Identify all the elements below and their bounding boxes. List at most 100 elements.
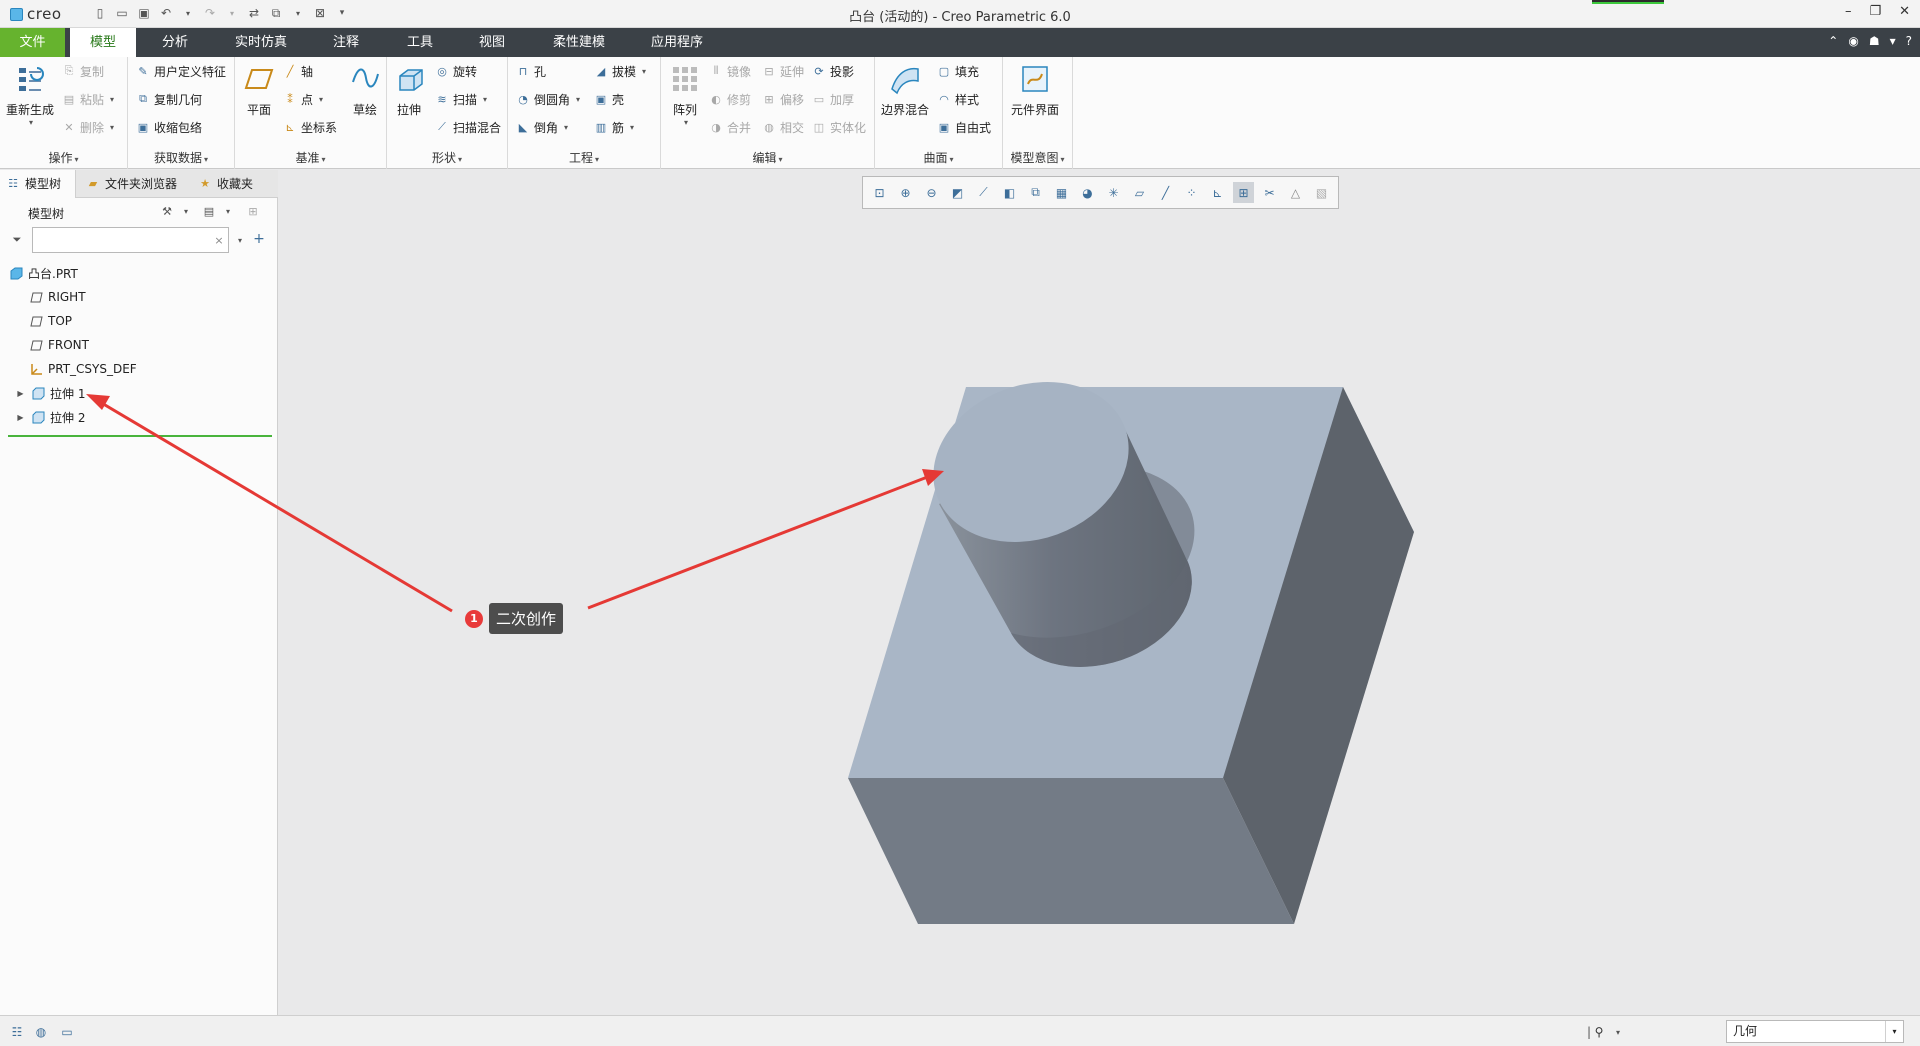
trim-button[interactable]: ◐ 修剪 [709, 89, 751, 109]
zoom-in-icon[interactable]: ⊕ [895, 182, 916, 203]
options-dropdown-icon[interactable]: ▾ [1890, 34, 1896, 48]
extend-button[interactable]: ⊟ 延伸 [762, 61, 804, 81]
tree-item-part[interactable]: 凸台.PRT [10, 263, 78, 283]
learning-icon[interactable]: ☗ [1869, 34, 1880, 48]
tab-model[interactable]: 模型 [70, 28, 136, 57]
selection-filter-dropdown-icon[interactable]: ▾ [1885, 1021, 1903, 1042]
tree-settings-dropdown-icon[interactable]: ▾ [178, 204, 192, 218]
plane-display-icon[interactable]: ▱ [1129, 182, 1150, 203]
regenerate-dropdown-icon[interactable]: ▾ [29, 118, 33, 127]
more-tools-icon[interactable]: ▧ [1311, 182, 1332, 203]
solidify-button[interactable]: ◫ 实体化 [812, 117, 866, 137]
tab-file[interactable]: 文件 [0, 28, 65, 57]
datum-display-icon[interactable]: ✳ [1103, 182, 1124, 203]
expand-arrow-icon[interactable]: ▶ [14, 411, 27, 424]
tab-folder-browser[interactable]: ▰ 文件夹浏览器 [80, 170, 190, 198]
undo-dropdown-icon[interactable]: ▾ [180, 5, 196, 21]
selection-filter-select[interactable]: 几何 ▾ [1726, 1020, 1904, 1043]
graphics-window[interactable] [279, 170, 1920, 1015]
perspective-icon[interactable]: ⟋ [973, 182, 994, 203]
tree-item-extrude-1[interactable]: ▶ 拉伸 1 [14, 383, 85, 403]
restore-icon[interactable]: ❐ [1869, 4, 1881, 19]
window-dropdown-icon[interactable]: ▾ [290, 5, 306, 21]
extrude-button[interactable]: 拉伸 [393, 63, 425, 118]
tree-item-right[interactable]: RIGHT [30, 287, 86, 307]
zoom-out-icon[interactable]: ⊖ [921, 182, 942, 203]
group-engineering-title[interactable]: 工程 ▾ [508, 149, 660, 166]
axis-display-icon[interactable]: ╱ [1155, 182, 1176, 203]
swept-blend-button[interactable]: ⟋ 扫描混合 [435, 117, 501, 137]
repaint-icon[interactable]: ◩ [947, 182, 968, 203]
rib-button[interactable]: ▥ 筋 ▾ [594, 117, 634, 137]
minimize-icon[interactable]: – [1845, 4, 1852, 19]
tab-annotate[interactable]: 注释 [318, 28, 374, 57]
section-icon[interactable]: △ [1285, 182, 1306, 203]
view-manager-icon[interactable]: ▦ [1051, 182, 1072, 203]
intersect-button[interactable]: ◍ 相交 [762, 117, 804, 137]
add-filter-icon[interactable]: + [252, 231, 266, 247]
filter-icon[interactable]: ⏷ [10, 233, 24, 247]
clear-search-icon[interactable]: × [212, 233, 226, 247]
copy-button[interactable]: ⎘ 复制 [62, 61, 104, 81]
collapse-ribbon-icon[interactable]: ⌃ [1828, 34, 1838, 48]
show-navigator-icon[interactable]: ☷ [8, 1023, 26, 1041]
project-button[interactable]: ⟳ 投影 [812, 61, 854, 81]
tab-flexible-modeling[interactable]: 柔性建模 [540, 28, 618, 57]
point-button[interactable]: ⁑ 点 ▾ [283, 89, 323, 109]
insert-indicator[interactable] [8, 435, 272, 437]
tab-favorites[interactable]: ★ 收藏夹 [192, 170, 272, 198]
chamfer-button[interactable]: ◣ 倒角 ▾ [516, 117, 568, 137]
draft-button[interactable]: ◢ 拔模 ▾ [594, 61, 646, 81]
mirror-button[interactable]: ⫴ 镜像 [709, 61, 751, 81]
tab-model-tree[interactable]: ☷ 模型树 [0, 170, 76, 198]
find-dropdown-icon[interactable]: ▾ [1608, 1023, 1626, 1041]
plane-button[interactable]: 平面 [243, 63, 275, 118]
redo-icon[interactable]: ↷ [202, 5, 218, 21]
paste-button[interactable]: ▤ 粘贴 ▾ [62, 89, 114, 109]
style-button[interactable]: ◠ 样式 [937, 89, 979, 109]
shrinkwrap-button[interactable]: ▣ 收缩包络 [136, 117, 202, 137]
group-datum-title[interactable]: 基准 ▾ [235, 149, 386, 166]
csys-display-icon[interactable]: ⊾ [1207, 182, 1228, 203]
save-icon[interactable]: ▣ [136, 5, 152, 21]
spin-center-icon[interactable]: ⊞ [1233, 182, 1254, 203]
sketch-button[interactable]: 草绘 [349, 63, 381, 118]
group-editing-title[interactable]: 编辑 ▾ [661, 149, 874, 166]
undo-icon[interactable]: ↶ [158, 5, 174, 21]
pattern-dropdown-icon[interactable]: ▾ [684, 118, 688, 127]
group-get-data-title[interactable]: 获取数据 ▾ [128, 149, 234, 166]
full-screen-icon[interactable]: ▭ [58, 1023, 76, 1041]
shell-button[interactable]: ▣ 壳 [594, 89, 624, 109]
freestyle-button[interactable]: ▣ 自由式 [937, 117, 991, 137]
saved-orientations-icon[interactable]: ⧉ [1025, 182, 1046, 203]
group-surfaces-title[interactable]: 曲面 ▾ [875, 149, 1002, 166]
copy-geometry-button[interactable]: ⧉ 复制几何 [136, 89, 202, 109]
close-icon[interactable]: ✕ [1899, 4, 1910, 19]
new-file-icon[interactable]: ▯ [92, 5, 108, 21]
show-dropdown-icon[interactable]: ▾ [220, 204, 234, 218]
tree-settings-icon[interactable]: ⚒ [160, 204, 174, 218]
udf-button[interactable]: ✎ 用户定义特征 [136, 61, 226, 81]
display-style-icon[interactable]: ◧ [999, 182, 1020, 203]
boundary-blend-button[interactable]: 边界混合 [881, 63, 929, 118]
appearance-icon[interactable]: ◕ [1077, 182, 1098, 203]
fill-button[interactable]: ▢ 填充 [937, 61, 979, 81]
thicken-button[interactable]: ▭ 加厚 [812, 89, 854, 109]
tree-search-input[interactable] [32, 227, 229, 253]
revolve-button[interactable]: ◎ 旋转 [435, 61, 477, 81]
regenerate-button[interactable]: 重新生成 ▾ [6, 63, 54, 127]
annotation-display-icon[interactable]: ✂ [1259, 182, 1280, 203]
search-help-icon[interactable]: ◉ [1848, 34, 1858, 48]
tree-item-front[interactable]: FRONT [30, 335, 89, 355]
window-icon[interactable]: ⧉ [268, 5, 284, 21]
show-columns-icon[interactable]: ▤ [202, 204, 216, 218]
tree-item-csys[interactable]: PRT_CSYS_DEF [30, 359, 137, 379]
point-display-icon[interactable]: ⁘ [1181, 182, 1202, 203]
tree-item-top[interactable]: TOP [30, 311, 72, 331]
offset-button[interactable]: ⊞ 偏移 [762, 89, 804, 109]
tab-tools[interactable]: 工具 [392, 28, 448, 57]
pattern-button[interactable]: 阵列 ▾ [669, 63, 701, 127]
component-interface-button[interactable]: 元件界面 [1011, 63, 1059, 118]
regenerate-icon[interactable]: ⇄ [246, 5, 262, 21]
sweep-button[interactable]: ≋ 扫描 ▾ [435, 89, 487, 109]
